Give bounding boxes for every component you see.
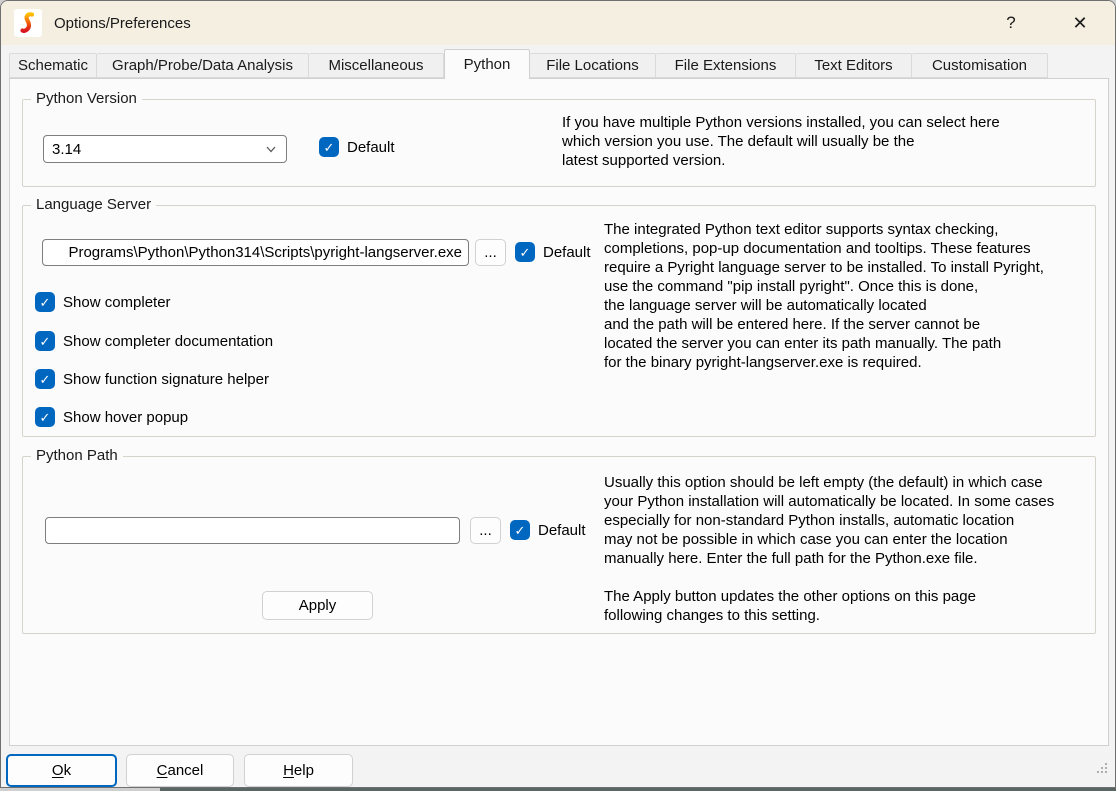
check-icon: ✓ [40, 373, 51, 386]
options-preferences-dialog: Options/Preferences ? ✕ Schematic Graph/… [0, 0, 1116, 788]
show-function-signature-helper-checkbox[interactable]: ✓ [35, 369, 55, 389]
tab-miscellaneous[interactable]: Miscellaneous [309, 53, 444, 78]
help-button[interactable]: Help [244, 754, 353, 787]
check-icon: ✓ [40, 335, 51, 348]
language-server-default-checkbox[interactable]: ✓ [515, 242, 535, 262]
python-path-input[interactable] [45, 517, 460, 544]
tab-bar: Schematic Graph/Probe/Data Analysis Misc… [9, 49, 1048, 78]
tab-python[interactable]: Python [444, 49, 530, 79]
python-path-default-label: Default [538, 522, 586, 539]
titlebar-help-button[interactable]: ? [989, 5, 1033, 41]
tab-customisation[interactable]: Customisation [912, 53, 1048, 78]
language-server-description: The integrated Python text editor suppor… [604, 220, 1094, 372]
check-icon: ✓ [324, 141, 335, 154]
python-path-default-row: ✓ Default [510, 520, 586, 540]
python-tab-page: Python Version 3.14 ✓ Default If you hav… [9, 78, 1109, 746]
show-function-signature-helper-row: ✓ Show function signature helper [35, 369, 269, 389]
python-path-group: Python Path ... ✓ Default Apply Usually … [22, 456, 1096, 634]
show-hover-popup-row: ✓ Show hover popup [35, 407, 188, 427]
language-server-path-input[interactable] [42, 239, 469, 266]
python-version-default-label: Default [347, 139, 395, 156]
check-icon: ✓ [515, 524, 526, 537]
python-version-default-checkbox[interactable]: ✓ [319, 137, 339, 157]
python-path-default-checkbox[interactable]: ✓ [510, 520, 530, 540]
resize-grip[interactable] [1097, 771, 1099, 773]
language-server-default-label: Default [543, 244, 591, 261]
tab-text-editors[interactable]: Text Editors [796, 53, 912, 78]
check-icon: ✓ [40, 411, 51, 424]
python-path-browse-button[interactable]: ... [470, 517, 501, 544]
python-version-group: Python Version 3.14 ✓ Default If you hav… [22, 99, 1096, 187]
cancel-button[interactable]: Cancel [126, 754, 234, 787]
show-hover-popup-label: Show hover popup [63, 409, 188, 426]
window-title: Options/Preferences [54, 15, 191, 32]
language-server-group: Language Server ... ✓ Default ✓ Show com… [22, 205, 1096, 437]
show-completer-documentation-label: Show completer documentation [63, 333, 273, 350]
language-server-default-row: ✓ Default [515, 242, 591, 262]
python-version-default-row: ✓ Default [319, 137, 395, 157]
language-server-group-label: Language Server [31, 196, 156, 213]
titlebar[interactable]: Options/Preferences ? ✕ [1, 1, 1115, 45]
tab-file-locations[interactable]: File Locations [530, 53, 656, 78]
show-completer-documentation-row: ✓ Show completer documentation [35, 331, 273, 351]
show-completer-row: ✓ Show completer [35, 292, 171, 312]
tab-schematic[interactable]: Schematic [9, 53, 97, 78]
python-version-value: 3.14 [52, 141, 81, 158]
check-icon: ✓ [520, 246, 531, 259]
app-logo-icon [14, 9, 42, 37]
show-hover-popup-checkbox[interactable]: ✓ [35, 407, 55, 427]
ok-button[interactable]: Ok [6, 754, 117, 787]
chevron-down-icon [264, 142, 278, 156]
python-path-description: Usually this option should be left empty… [604, 473, 1099, 568]
python-path-apply-description: The Apply button updates the other optio… [604, 587, 1099, 625]
python-path-group-label: Python Path [31, 447, 123, 464]
tab-file-extensions[interactable]: File Extensions [656, 53, 796, 78]
tab-graph-probe-data-analysis[interactable]: Graph/Probe/Data Analysis [97, 53, 309, 78]
apply-button[interactable]: Apply [262, 591, 373, 620]
check-icon: ✓ [40, 296, 51, 309]
language-server-browse-button[interactable]: ... [475, 239, 506, 266]
python-version-group-label: Python Version [31, 90, 142, 107]
show-function-signature-helper-label: Show function signature helper [63, 371, 269, 388]
python-version-description: If you have multiple Python versions ins… [562, 113, 1062, 170]
close-icon[interactable]: ✕ [1057, 5, 1103, 41]
show-completer-label: Show completer [63, 294, 171, 311]
python-version-select[interactable]: 3.14 [43, 135, 287, 163]
show-completer-checkbox[interactable]: ✓ [35, 292, 55, 312]
show-completer-documentation-checkbox[interactable]: ✓ [35, 331, 55, 351]
